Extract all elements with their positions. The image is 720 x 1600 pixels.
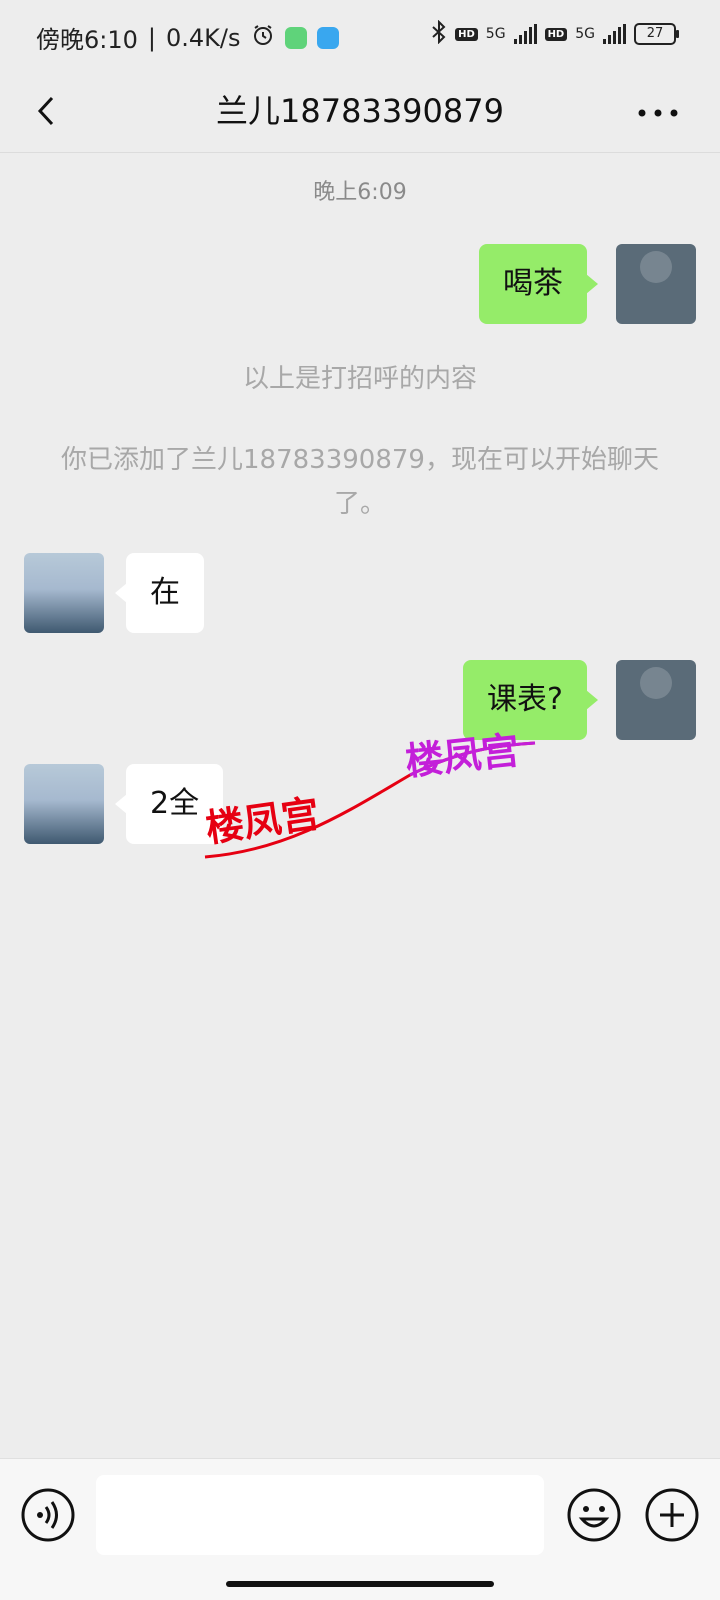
signal-icon (513, 24, 537, 44)
hd-badge: HD (544, 27, 568, 41)
signal-icon (603, 24, 626, 44)
emoji-icon[interactable] (566, 1487, 622, 1543)
battery-icon: 27 (634, 23, 679, 45)
status-left: 傍晚6:10 | 0.4K/s (36, 20, 339, 55)
network-type: 5G (575, 26, 595, 42)
more-icon[interactable] (636, 98, 680, 128)
system-note-greeting: 以上是打招呼的内容 (242, 364, 477, 394)
hd-badge: HD (455, 27, 478, 41)
status-divider: | (147, 23, 156, 52)
home-indicator[interactable] (226, 1581, 494, 1587)
avatar-dot (640, 667, 672, 699)
self-avatar[interactable] (616, 660, 696, 740)
chat-screen: 傍晚6:10 | 0.4K/s HD 5G HD 5G 27 兰儿1878339… (0, 0, 720, 1600)
network-type: 5G (485, 26, 506, 42)
bluetooth-icon (431, 19, 447, 48)
self-avatar[interactable] (616, 244, 696, 324)
message-input[interactable] (96, 1475, 544, 1555)
input-bar (0, 1458, 720, 1600)
message-bubble-outgoing[interactable]: 喝茶 (479, 244, 598, 324)
chat-header: 兰儿18783390879 (0, 72, 720, 153)
avatar-dot (640, 251, 672, 283)
status-time: 傍晚6:10 (36, 26, 138, 54)
app-blue-icon (316, 26, 339, 49)
voice-icon[interactable] (20, 1487, 76, 1543)
chat-title: 兰儿18783390879 (216, 92, 504, 130)
status-right: HD 5G HD 5G 27 (431, 19, 679, 48)
status-net-speed: 0.4K/s (166, 23, 241, 52)
status-bar: 傍晚6:10 | 0.4K/s HD 5G HD 5G 27 (0, 0, 720, 72)
peer-avatar[interactable] (24, 764, 104, 844)
message-bubble-incoming[interactable]: 在 (115, 553, 204, 633)
system-note-added: 你已添加了兰儿18783390879，现在可以开始聊天了。 (61, 445, 659, 519)
alarm-icon (251, 23, 275, 53)
plus-icon[interactable] (644, 1487, 700, 1543)
app-green-icon (284, 26, 307, 49)
message-timestamp: 晚上6:09 (313, 180, 407, 205)
peer-avatar[interactable] (24, 553, 104, 633)
